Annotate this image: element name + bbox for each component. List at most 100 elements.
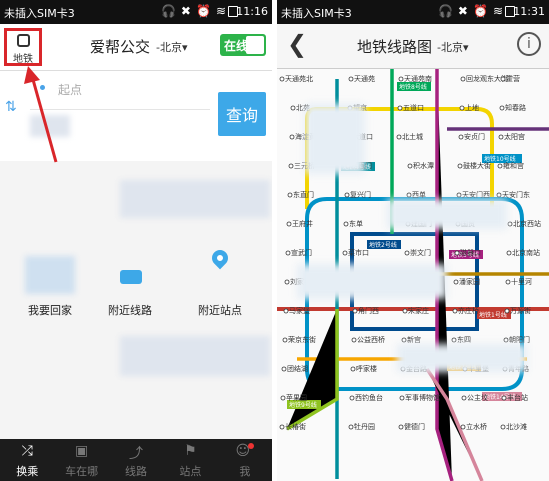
city-selector[interactable]: -北京▾ [156, 39, 188, 55]
station-label[interactable]: 天通苑 [354, 74, 375, 83]
subway-map[interactable]: 地铁8号线地铁10号线地铁2号线地铁1号线地铁4号线地铁5号线地铁9号线地铁7号… [277, 69, 549, 481]
station-label[interactable]: 天通苑南 [404, 74, 432, 83]
station-label[interactable]: 天通苑北 [285, 74, 313, 83]
station-dot[interactable] [459, 105, 465, 111]
station-dot[interactable] [285, 250, 291, 256]
station-label[interactable]: 北京西站 [513, 219, 541, 228]
station-label[interactable]: 东单 [349, 219, 363, 228]
station-label[interactable]: 荣京东街 [288, 335, 316, 344]
tab-stops[interactable]: ⚑ 站点 [163, 439, 217, 481]
station-dot[interactable] [343, 221, 349, 227]
tab-lines[interactable]: ⤴ 线路 [109, 439, 163, 481]
station-label[interactable]: 王府井 [292, 219, 313, 228]
station-dot[interactable] [407, 163, 413, 169]
swap-icon[interactable]: ⇅ [5, 99, 17, 115]
station-label[interactable]: 十里河 [511, 277, 532, 286]
station-dot[interactable] [280, 395, 286, 401]
station-dot[interactable] [290, 105, 296, 111]
station-label[interactable]: 积水潭 [413, 161, 434, 170]
station-dot[interactable] [398, 424, 404, 430]
station-label[interactable]: 万源街 [510, 306, 531, 315]
station-dot[interactable] [349, 395, 355, 401]
station-dot[interactable] [406, 192, 412, 198]
station-label[interactable]: 角门西 [358, 306, 379, 315]
station-label[interactable]: 公益西桥 [357, 335, 385, 344]
station-dot[interactable] [399, 395, 405, 401]
city-selector[interactable]: -北京▾ [437, 39, 469, 55]
station-label[interactable]: 西钓鱼台 [355, 393, 383, 402]
station-dot[interactable] [351, 337, 357, 343]
tab-me[interactable]: ☺ 我 [218, 439, 272, 481]
station-dot[interactable] [279, 424, 285, 430]
station-dot[interactable] [505, 279, 511, 285]
station-dot[interactable] [460, 76, 466, 82]
station-dot[interactable] [287, 192, 293, 198]
station-label[interactable]: 马家堡 [289, 306, 310, 315]
station-dot[interactable] [506, 250, 512, 256]
tab-bus-location[interactable]: ▣ 车在哪 [54, 439, 108, 481]
station-dot[interactable] [456, 192, 462, 198]
station-dot[interactable] [496, 192, 502, 198]
query-button[interactable]: 查询 [218, 92, 266, 136]
station-label[interactable]: 菜市口 [348, 248, 369, 257]
station-dot[interactable] [499, 105, 505, 111]
station-label[interactable]: 宣武门 [291, 248, 312, 257]
station-dot[interactable] [501, 395, 507, 401]
station-label[interactable]: 复兴门 [350, 190, 371, 199]
station-label[interactable]: 新宫 [407, 335, 421, 344]
station-dot[interactable] [500, 424, 506, 430]
station-dot[interactable] [452, 308, 458, 314]
station-dot[interactable] [350, 366, 356, 372]
station-label[interactable]: 团结湖 [287, 364, 308, 373]
station-label[interactable]: 北京南站 [512, 248, 540, 257]
station-dot[interactable] [458, 134, 464, 140]
tab-transfer[interactable]: ⤮ 换乘 [0, 439, 54, 481]
station-dot[interactable] [453, 279, 459, 285]
station-label[interactable]: 苹果园 [286, 393, 307, 402]
station-label[interactable]: 雍和宫 [503, 161, 524, 170]
station-label[interactable]: 长椿街 [285, 422, 306, 431]
station-dot[interactable] [454, 250, 460, 256]
station-dot[interactable] [282, 337, 288, 343]
station-label[interactable]: 牡丹园 [354, 422, 375, 431]
station-label[interactable]: 公主坟 [467, 393, 488, 402]
station-label[interactable]: 天安门东 [502, 190, 530, 199]
station-label[interactable]: 立水桥 [466, 422, 487, 431]
station-dot[interactable] [497, 163, 503, 169]
station-dot[interactable] [401, 337, 407, 343]
station-dot[interactable] [460, 424, 466, 430]
station-dot[interactable] [344, 192, 350, 198]
station-dot[interactable] [504, 308, 510, 314]
station-dot[interactable] [286, 221, 292, 227]
blurred-ad-banner[interactable] [120, 336, 270, 376]
station-label[interactable]: 霍营 [506, 74, 520, 83]
station-label[interactable]: 北沙滩 [506, 422, 527, 431]
station-dot[interactable] [396, 134, 402, 140]
metro-button[interactable]: 地铁 [4, 28, 42, 66]
nearby-stops-shortcut[interactable]: 附近站点 [180, 246, 260, 318]
station-label[interactable]: 宋家庄 [408, 306, 429, 315]
back-icon[interactable]: ❮ [287, 30, 307, 58]
online-toggle[interactable]: 在线 [220, 34, 266, 56]
station-label[interactable]: 朝阳门 [509, 335, 530, 344]
station-dot[interactable] [451, 337, 457, 343]
station-label[interactable]: 军事博物馆 [405, 393, 440, 402]
station-dot[interactable] [402, 308, 408, 314]
station-label[interactable]: 天安门西 [462, 190, 490, 199]
station-dot[interactable] [288, 163, 294, 169]
info-icon[interactable]: i [517, 32, 541, 56]
station-dot[interactable] [342, 250, 348, 256]
station-label[interactable]: 上地 [465, 103, 479, 112]
station-dot[interactable] [352, 308, 358, 314]
station-label[interactable]: 健德门 [404, 422, 425, 431]
station-label[interactable]: 亦庄桥 [458, 306, 479, 315]
station-label[interactable]: 北土城 [402, 132, 423, 141]
station-label[interactable]: 东直门 [293, 190, 314, 199]
station-dot[interactable] [289, 134, 295, 140]
station-label[interactable]: 西单 [412, 190, 426, 199]
station-label[interactable]: 潘家园 [459, 277, 480, 286]
station-dot[interactable] [279, 76, 285, 82]
station-dot[interactable] [457, 163, 463, 169]
station-dot[interactable] [281, 366, 287, 372]
station-dot[interactable] [398, 76, 404, 82]
